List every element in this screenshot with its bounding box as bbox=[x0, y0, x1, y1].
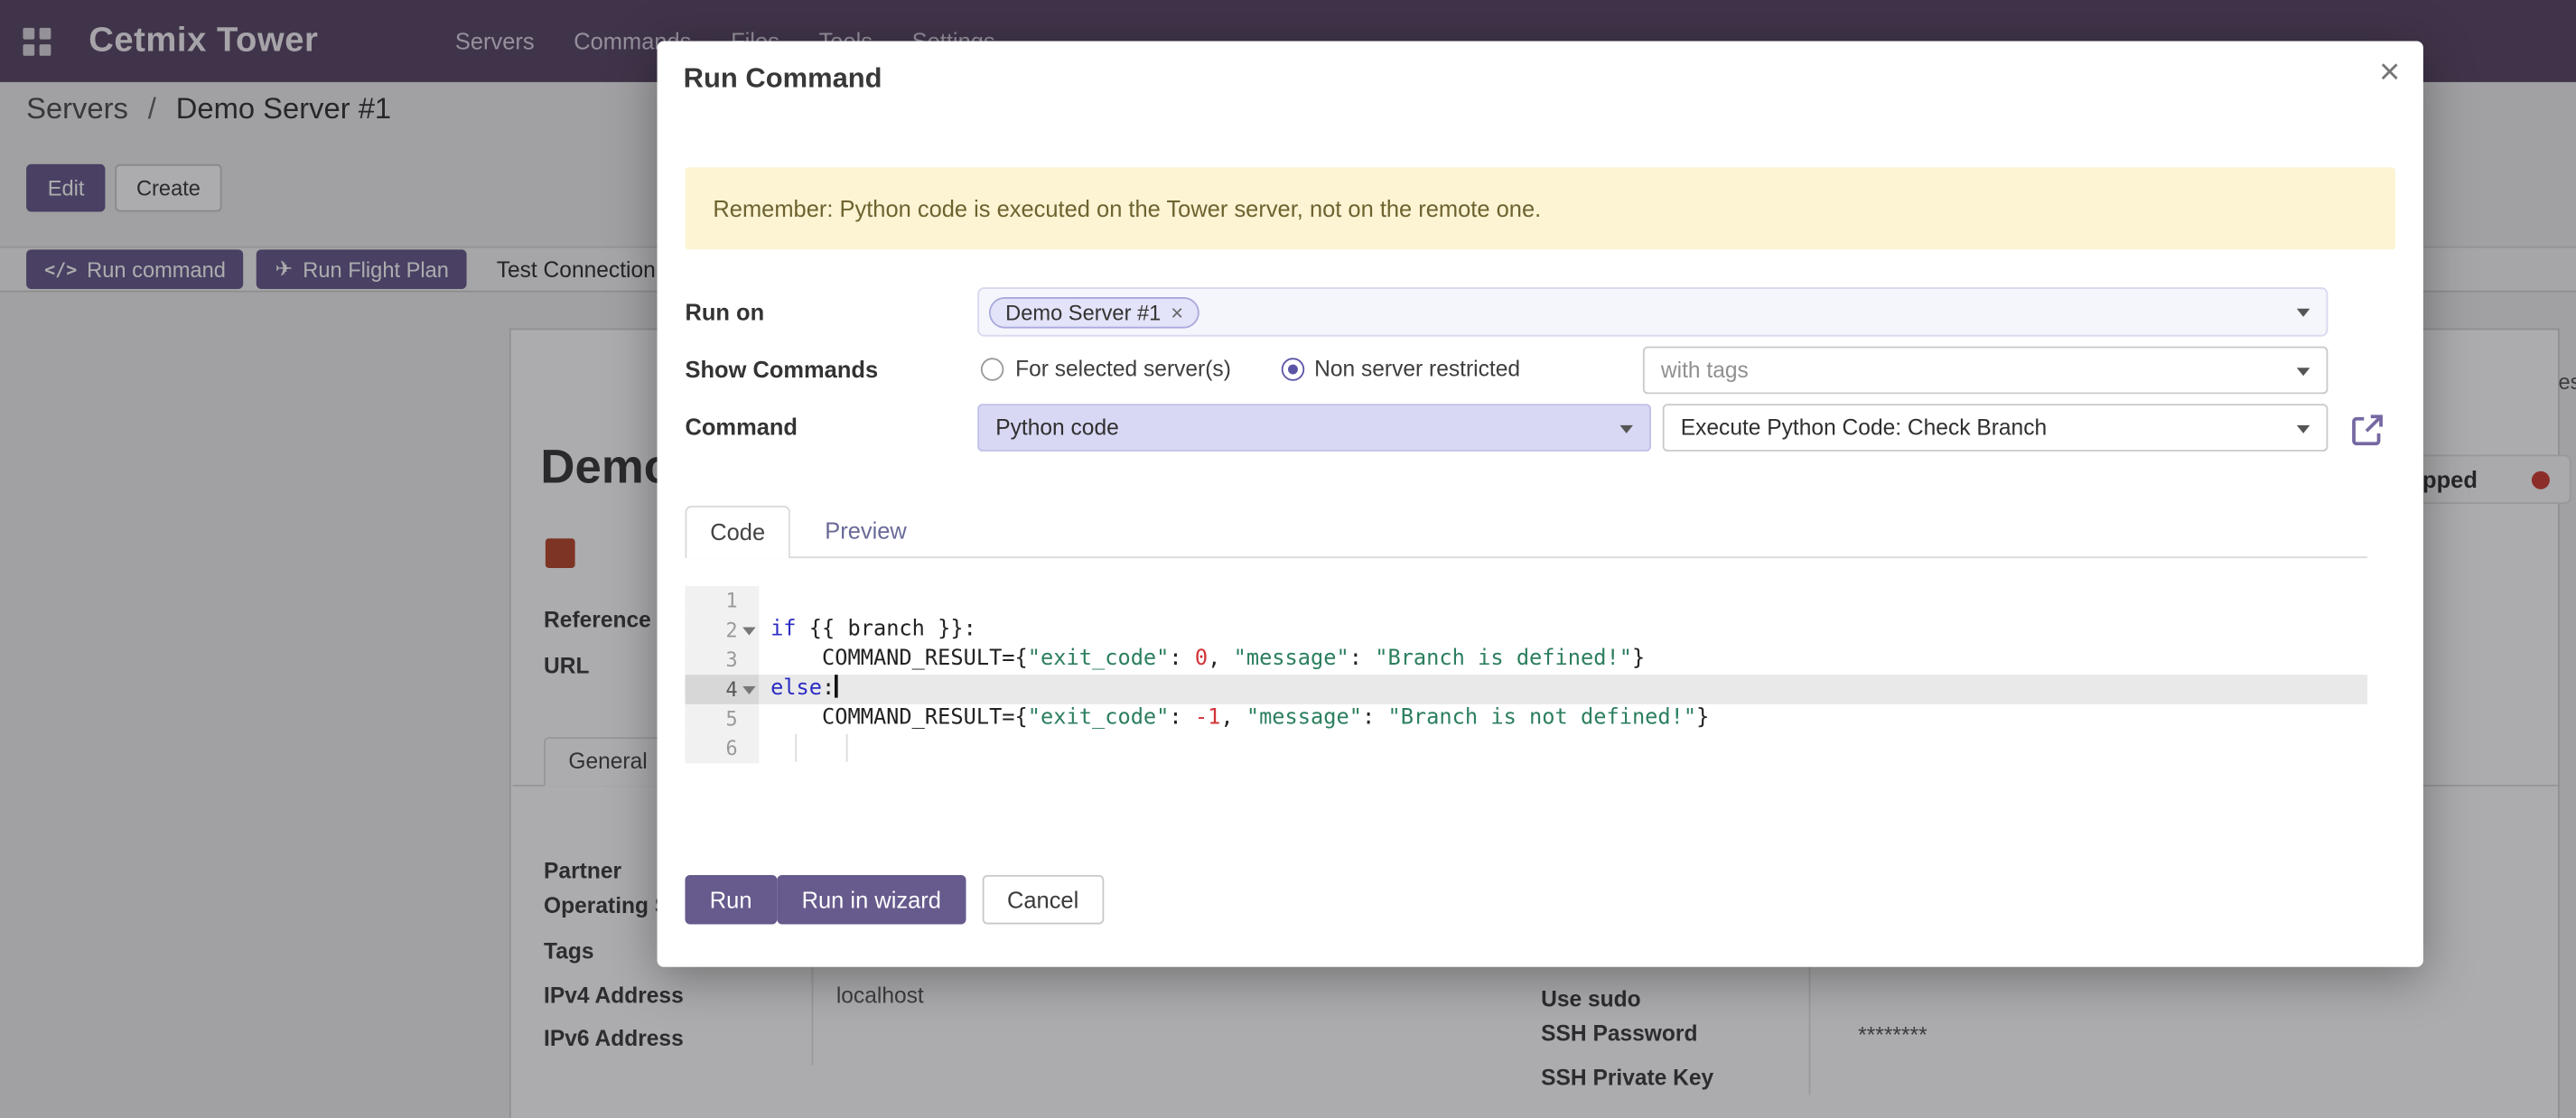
code-text-6 bbox=[759, 734, 2367, 764]
line-number-3: 3 bbox=[685, 645, 759, 675]
line-number-2: 2 bbox=[685, 616, 759, 646]
code-line-2[interactable]: 2 if {{ branch }}: bbox=[685, 616, 2367, 646]
server-tag-label: Demo Server #1 bbox=[1005, 300, 1161, 324]
fold-icon[interactable] bbox=[742, 686, 756, 694]
line-number-5: 5 bbox=[685, 704, 759, 734]
tabs-divider bbox=[685, 556, 2367, 558]
line-number-6: 6 bbox=[685, 734, 759, 764]
radio-non-server-restricted-label[interactable]: Non server restricted bbox=[1314, 356, 1520, 380]
server-tag[interactable]: Demo Server #1 × bbox=[989, 296, 1199, 328]
close-icon[interactable]: × bbox=[2379, 51, 2400, 93]
run-on-label: Run on bbox=[685, 299, 764, 325]
code-line-3[interactable]: 3 COMMAND_RESULT={"exit_code": 0, "messa… bbox=[685, 645, 2367, 675]
tab-preview[interactable]: Preview bbox=[803, 506, 928, 556]
code-line-6[interactable]: 6 bbox=[685, 734, 2367, 764]
dropdown-caret-icon bbox=[2297, 424, 2310, 433]
code-line-1[interactable]: 1 bbox=[685, 586, 2367, 616]
warning-alert-text: Remember: Python code is executed on the… bbox=[713, 195, 1541, 221]
command-type-value: Python code bbox=[995, 415, 1119, 440]
radio-non-server-restricted[interactable] bbox=[1282, 358, 1304, 380]
run-button[interactable]: Run bbox=[685, 875, 776, 925]
command-label: Command bbox=[685, 414, 798, 440]
command-value: Execute Python Code: Check Branch bbox=[1681, 415, 2047, 440]
code-text-2: if {{ branch }}: bbox=[759, 616, 2367, 646]
code-line-4[interactable]: 4 else: bbox=[685, 675, 2367, 704]
text-cursor bbox=[835, 675, 838, 697]
dropdown-caret-icon bbox=[2297, 367, 2310, 375]
indent-guide bbox=[795, 734, 797, 762]
show-commands-label: Show Commands bbox=[685, 356, 878, 382]
dropdown-caret-icon bbox=[1619, 424, 1633, 433]
with-tags-placeholder: with tags bbox=[1661, 358, 1749, 382]
dropdown-caret-icon bbox=[2297, 309, 2310, 317]
fold-icon[interactable] bbox=[742, 627, 756, 635]
code-editor[interactable]: 1 2 if {{ branch }}: 3 COMMAND_RESULT={"… bbox=[685, 586, 2367, 763]
line-number-1: 1 bbox=[685, 586, 759, 616]
radio-for-selected-servers-label[interactable]: For selected server(s) bbox=[1015, 356, 1231, 380]
external-link-icon[interactable] bbox=[2349, 412, 2385, 448]
code-text-5: COMMAND_RESULT={"exit_code": -1, "messag… bbox=[759, 704, 2367, 734]
screen: Cetmix Tower Servers Commands Files Tool… bbox=[0, 0, 2576, 1118]
indent-guide bbox=[846, 734, 848, 762]
code-text-1 bbox=[759, 586, 2367, 616]
cancel-button[interactable]: Cancel bbox=[983, 875, 1104, 925]
warning-alert: Remember: Python code is executed on the… bbox=[685, 167, 2394, 249]
command-type-select[interactable]: Python code bbox=[977, 404, 1651, 452]
tab-code[interactable]: Code bbox=[685, 506, 789, 558]
code-text-3: COMMAND_RESULT={"exit_code": 0, "message… bbox=[759, 645, 2367, 675]
line-number-4: 4 bbox=[685, 675, 759, 704]
run-in-wizard-button[interactable]: Run in wizard bbox=[777, 875, 966, 925]
with-tags-select[interactable]: with tags bbox=[1643, 347, 2328, 395]
run-on-field[interactable]: Demo Server #1 × bbox=[977, 287, 2328, 337]
remove-tag-icon[interactable]: × bbox=[1171, 302, 1183, 323]
command-select[interactable]: Execute Python Code: Check Branch bbox=[1663, 404, 2329, 452]
code-text-4: else: bbox=[759, 675, 2367, 704]
run-command-dialog: Run Command × Remember: Python code is e… bbox=[658, 41, 2423, 966]
code-line-5[interactable]: 5 COMMAND_RESULT={"exit_code": -1, "mess… bbox=[685, 704, 2367, 734]
dialog-title: Run Command bbox=[684, 62, 882, 95]
radio-for-selected-servers[interactable] bbox=[981, 358, 1003, 380]
